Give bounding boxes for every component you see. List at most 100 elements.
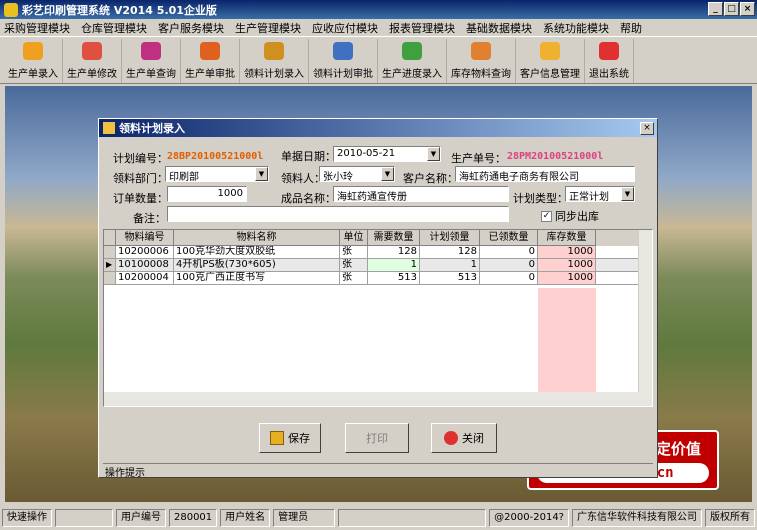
- date-field[interactable]: 2010-05-21 ▼: [333, 146, 441, 162]
- qty-field[interactable]: 1000: [167, 186, 247, 202]
- close-button[interactable]: ×: [740, 2, 755, 16]
- tb-order-edit-button[interactable]: 生产单修改: [63, 39, 122, 83]
- hint-label: 操作提示: [105, 468, 145, 479]
- order-query-icon: [141, 42, 161, 60]
- save-disk-icon: [270, 431, 284, 445]
- tb-order-approve-button[interactable]: 生产单审批: [181, 39, 240, 83]
- order-entry-icon: [23, 42, 43, 60]
- menu-warehouse[interactable]: 仓库管理模块: [81, 20, 147, 36]
- menu-system[interactable]: 系统功能模块: [543, 20, 609, 36]
- tb-customer-info-button[interactable]: 客户信息管理: [516, 39, 585, 83]
- grid-vertical-scrollbar[interactable]: [638, 230, 652, 392]
- tb-material-plan-approve-button[interactable]: 领料计划审批: [309, 39, 378, 83]
- dialog-icon: [103, 122, 115, 134]
- app-logo-icon: [4, 2, 18, 17]
- app-title: 彩艺印刷管理系统 V2014 5.01企业版: [22, 3, 217, 17]
- status-uid: 280001: [168, 509, 218, 527]
- material-plan-dialog: 领料计划录入 × 计划编号： 28BP20100521000l 单据日期： 20…: [98, 118, 658, 479]
- plan-no-label: 计划编号：: [113, 152, 168, 165]
- power-icon: [444, 431, 458, 445]
- plan-type-label: 计划类型：: [513, 192, 568, 205]
- order-edit-icon: [82, 42, 102, 60]
- material-plan-entry-icon: [264, 42, 284, 60]
- customer-label: 客户名称：: [403, 172, 458, 185]
- person-dropdown-icon[interactable]: ▼: [381, 167, 394, 181]
- tb-material-plan-entry-button[interactable]: 领料计划录入: [240, 39, 309, 83]
- save-button[interactable]: 保存: [259, 423, 321, 453]
- col-need-qty[interactable]: 需要数量: [368, 230, 420, 246]
- tb-order-entry-button[interactable]: 生产单录入: [4, 39, 63, 83]
- dept-select[interactable]: 印刷部 ▼: [165, 166, 269, 182]
- menu-basedata[interactable]: 基础数据模块: [466, 20, 532, 36]
- stock-query-icon: [471, 42, 491, 60]
- menu-finance[interactable]: 应收应付模块: [312, 20, 378, 36]
- material-grid: 物料编号 物料名称 单位 需要数量 计划领量 已领数量 库存数量 1020000…: [103, 229, 653, 407]
- status-blank: [55, 509, 113, 527]
- maximize-button[interactable]: □: [724, 2, 739, 16]
- tb-exit-button[interactable]: 退出系统: [585, 39, 634, 83]
- menu-production[interactable]: 生产管理模块: [235, 20, 301, 36]
- grid-horizontal-scrollbar[interactable]: [104, 392, 652, 406]
- tb-progress-entry-button[interactable]: 生产进度录入: [378, 39, 447, 83]
- sync-label: 同步出库: [555, 210, 599, 223]
- status-uid-label: 用户编号: [115, 509, 166, 527]
- menu-reports[interactable]: 报表管理模块: [389, 20, 455, 36]
- prod-no-value: 28PM20100521000l: [507, 151, 604, 162]
- status-blank-2: [337, 509, 487, 527]
- stock-column-fill: [538, 288, 596, 392]
- grid-header: 物料编号 物料名称 单位 需要数量 计划领量 已领数量 库存数量: [104, 230, 652, 246]
- plan-type-dropdown-icon[interactable]: ▼: [621, 187, 634, 201]
- minimize-button[interactable]: _: [708, 2, 723, 16]
- person-select[interactable]: 张小玲 ▼: [319, 166, 395, 182]
- plan-type-select[interactable]: 正常计划 ▼: [565, 186, 635, 202]
- dialog-close-action-button[interactable]: 关闭: [431, 423, 497, 453]
- table-row[interactable]: 10200004 100克广西正度书写 张 513 513 0 1000: [104, 272, 652, 285]
- sync-checkbox[interactable]: ✓: [541, 210, 552, 222]
- qty-label: 订单数量：: [113, 192, 168, 205]
- col-material-no[interactable]: 物料编号: [116, 230, 174, 246]
- product-label: 成品名称：: [281, 192, 336, 205]
- product-field[interactable]: 海虹药通宣传册: [333, 186, 509, 202]
- menu-purchase[interactable]: 采购管理模块: [4, 20, 70, 36]
- dialog-titlebar: 领料计划录入: [99, 119, 657, 137]
- status-company: 广东信华软件科技有限公司: [572, 509, 702, 527]
- table-row[interactable]: 10200006 100克华劲大度双胶纸 张 128 128 0 1000: [104, 246, 652, 259]
- progress-entry-icon: [402, 42, 422, 60]
- status-uname-label: 用户姓名: [220, 509, 271, 527]
- col-unit[interactable]: 单位: [340, 230, 368, 246]
- exit-power-icon: [599, 42, 619, 60]
- row-selected-icon: ▶: [104, 259, 116, 271]
- dept-label: 领料部门：: [113, 172, 168, 185]
- remark-label: 备注：: [133, 212, 166, 225]
- sync-checkbox-row[interactable]: ✓ 同步出库: [541, 208, 599, 224]
- date-label: 单据日期：: [281, 150, 336, 163]
- table-row[interactable]: ▶ 10100008 4开机PS板(730*605) 张 1 1 0 1000: [104, 259, 652, 272]
- print-button[interactable]: 打印: [345, 423, 409, 453]
- status-copyright: @2000-2014?: [489, 509, 569, 527]
- menu-customer[interactable]: 客户服务模块: [158, 20, 224, 36]
- app-titlebar: 彩艺印刷管理系统 V2014 5.01企业版 _ □ ×: [0, 0, 757, 19]
- menubar: 采购管理模块 仓库管理模块 客户服务模块 生产管理模块 应收应付模块 报表管理模…: [0, 19, 757, 36]
- prod-no-label: 生产单号：: [451, 152, 506, 165]
- hint-bar: 操作提示: [103, 463, 653, 479]
- dialog-close-button[interactable]: ×: [640, 122, 654, 135]
- col-stock-qty[interactable]: 库存数量: [538, 230, 596, 246]
- col-plan-qty[interactable]: 计划领量: [420, 230, 480, 246]
- dept-dropdown-icon[interactable]: ▼: [255, 167, 268, 181]
- menu-help[interactable]: 帮助: [620, 20, 642, 36]
- tb-stock-query-button[interactable]: 库存物料查询: [447, 39, 516, 83]
- col-received-qty[interactable]: 已领数量: [480, 230, 538, 246]
- remark-field[interactable]: [167, 206, 509, 222]
- status-rights: 版权所有: [705, 509, 755, 527]
- status-quick[interactable]: 快速操作: [2, 509, 52, 527]
- customer-field[interactable]: 海虹药通电子商务有限公司: [455, 166, 635, 182]
- material-plan-approve-icon: [333, 42, 353, 60]
- col-material-name[interactable]: 物料名称: [174, 230, 340, 246]
- statusbar: 快速操作 用户编号 280001 用户姓名 管理员 @2000-2014? 广东…: [0, 506, 757, 530]
- dialog-title: 领料计划录入: [119, 122, 185, 135]
- order-approve-icon: [200, 42, 220, 60]
- tb-order-query-button[interactable]: 生产单查询: [122, 39, 181, 83]
- customer-info-icon: [540, 42, 560, 60]
- date-dropdown-icon[interactable]: ▼: [427, 147, 440, 161]
- status-uname: 管理员: [273, 509, 335, 527]
